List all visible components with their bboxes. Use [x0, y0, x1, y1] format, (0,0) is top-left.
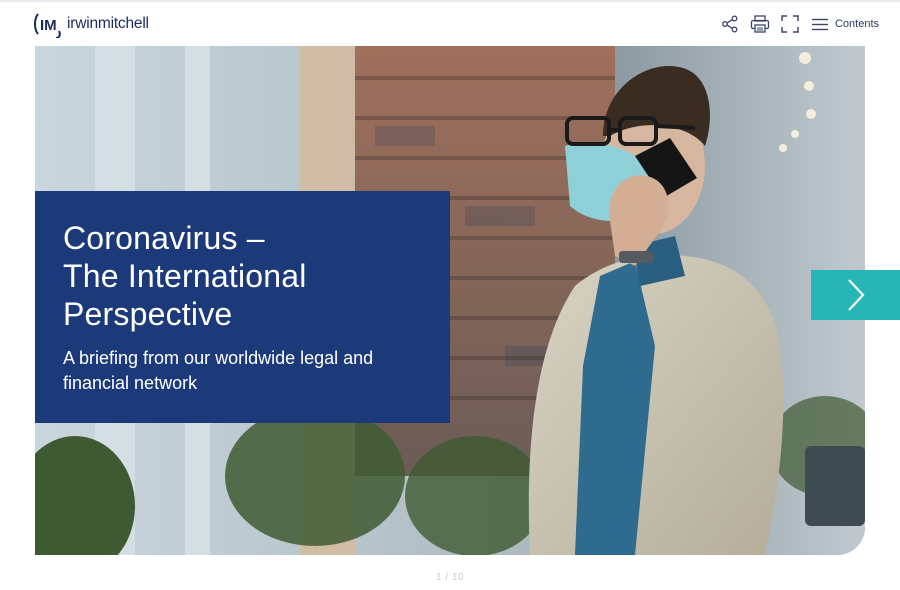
im-logo-mark: IM [34, 13, 61, 38]
fullscreen-button[interactable] [778, 12, 802, 36]
logo-text: irwinmitchell [67, 15, 149, 32]
print-button[interactable] [748, 12, 772, 36]
contents-label: Contents [834, 18, 879, 30]
share-button[interactable] [718, 12, 742, 36]
brand-logo[interactable]: IM irwinmitchell [32, 9, 149, 39]
page-subtitle: A briefing from our worldwide legal and … [63, 348, 374, 393]
share-icon [722, 15, 738, 33]
top-divider [0, 0, 900, 2]
page-indicator: 1 / 10 [435, 572, 465, 583]
chevron-right-icon [847, 279, 865, 311]
contents-menu-button[interactable]: Contents [811, 18, 879, 31]
title-card: Coronavirus – The International Perspect… [35, 191, 450, 423]
title-line: Coronavirus – [63, 220, 265, 256]
next-page-button[interactable] [811, 270, 900, 320]
hamburger-menu-icon [811, 18, 828, 30]
print-icon [750, 15, 770, 33]
toolbar: Contents [712, 12, 879, 36]
page-title: Coronavirus – The International Perspect… [63, 219, 422, 333]
fullscreen-icon [781, 15, 799, 33]
svg-text:IM: IM [40, 17, 57, 34]
title-line: Perspective [63, 296, 233, 332]
title-line: The International [63, 258, 307, 294]
